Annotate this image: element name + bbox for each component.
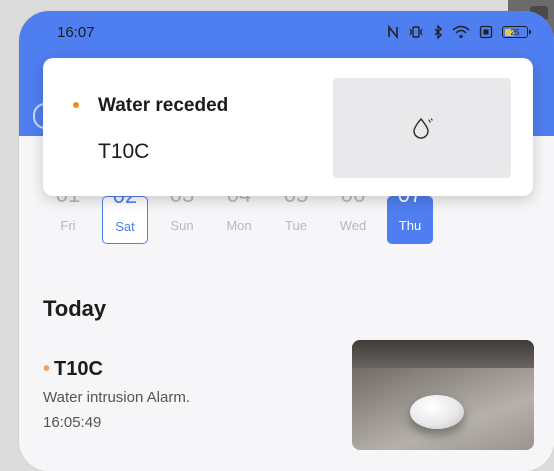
day-weekday: Wed — [339, 218, 367, 233]
day-item-mon[interactable]: 04 Mon — [216, 196, 262, 244]
date-selector: 01 Fri 02 Sat 03 Sun 04 Mon 05 Tue 06 We… — [45, 196, 433, 244]
notification-banner[interactable]: Water receded T10C — [43, 58, 533, 196]
event-time: 16:05:49 — [43, 414, 102, 431]
event-description: Water intrusion Alarm. — [43, 389, 190, 406]
water-drop-icon — [413, 117, 433, 139]
orange-accent-icon — [534, 449, 554, 471]
status-icons: 25 — [387, 25, 531, 39]
event-device-name[interactable]: • T10C — [43, 358, 103, 381]
event-device-label: T10C — [54, 358, 103, 380]
day-weekday: Fri — [60, 218, 76, 233]
day-weekday: Thu — [398, 218, 422, 233]
day-date: 02 — [103, 197, 147, 209]
day-date: 07 — [387, 196, 433, 208]
event-snapshot-image[interactable] — [352, 340, 534, 450]
section-title-today: Today — [43, 296, 107, 321]
water-sensor-image — [410, 395, 464, 429]
day-weekday: Sun — [170, 218, 194, 233]
day-date: 01 — [45, 196, 91, 208]
sim-icon — [479, 25, 493, 39]
day-date: 03 — [159, 196, 205, 208]
day-date: 05 — [273, 196, 319, 208]
day-weekday: Sat — [115, 219, 135, 234]
nfc-icon — [388, 25, 398, 39]
status-bar: 16:07 25 — [19, 11, 554, 53]
day-item-sat[interactable]: 02 Sat — [102, 196, 148, 244]
notification-title: Water receded — [98, 95, 229, 116]
day-weekday: Tue — [285, 218, 307, 233]
day-item-thu[interactable]: 07 Thu — [387, 196, 433, 244]
wifi-icon — [452, 25, 470, 39]
vibrate-icon — [409, 26, 423, 38]
day-item-fri[interactable]: 01 Fri — [45, 196, 91, 244]
battery-icon: 25 — [502, 26, 531, 38]
day-weekday: Mon — [226, 218, 252, 233]
status-time: 16:07 — [57, 23, 95, 41]
day-item-wed[interactable]: 06 Wed — [330, 196, 376, 244]
bluetooth-icon — [434, 25, 442, 39]
day-date: 06 — [330, 196, 376, 208]
battery-level: 25 — [510, 27, 520, 37]
notification-image — [333, 78, 511, 178]
day-item-sun[interactable]: 03 Sun — [159, 196, 205, 244]
day-item-tue[interactable]: 05 Tue — [273, 196, 319, 244]
day-date: 04 — [216, 196, 262, 208]
alert-dot-icon: • — [43, 358, 51, 380]
notification-device: T10C — [98, 140, 150, 163]
alert-dot-icon — [73, 102, 79, 108]
